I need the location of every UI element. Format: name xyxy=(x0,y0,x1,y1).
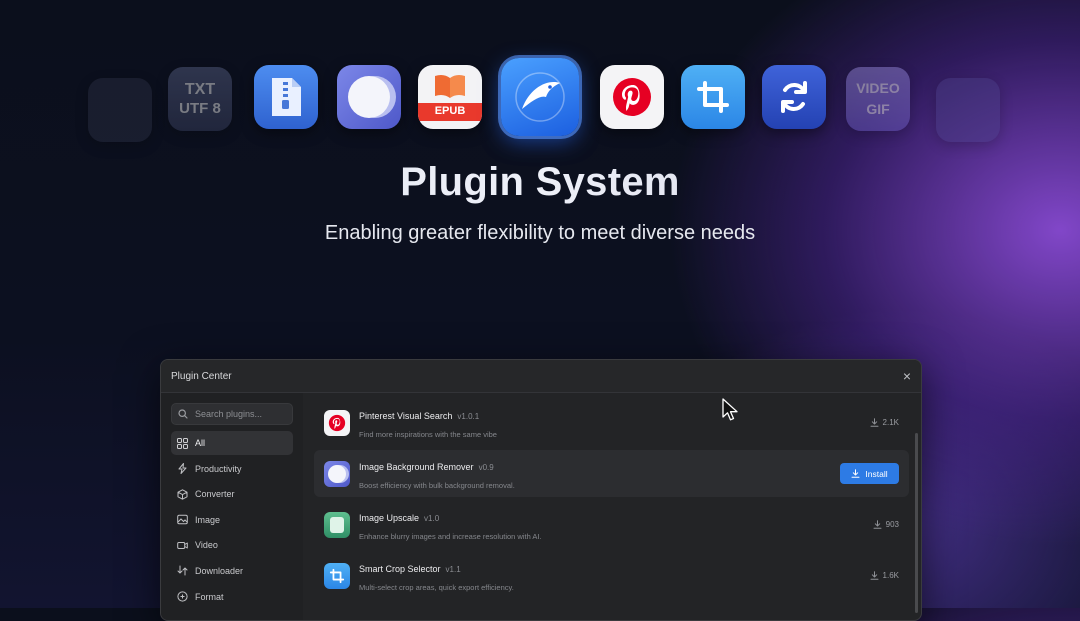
list-item-pinterest-visual-search[interactable]: Pinterest Visual Search v1.0.1 Find more … xyxy=(314,399,909,446)
lightning-icon xyxy=(178,463,187,475)
plugin-version: v0.9 xyxy=(478,463,494,472)
search-input[interactable] xyxy=(193,408,287,420)
plugin-description: Enhance blurry images and increase resol… xyxy=(359,532,542,541)
plugin-name: Image Background Remover xyxy=(359,462,474,472)
grid-icon xyxy=(177,437,188,449)
download-icon xyxy=(870,571,879,580)
plugin-description: Find more inspirations with the same vib… xyxy=(359,430,497,439)
download-count-value: 903 xyxy=(885,520,899,529)
plugin-version: v1.1 xyxy=(445,565,461,574)
download-icon xyxy=(873,520,882,529)
download-count: 2.1K xyxy=(870,418,899,427)
crop-icon xyxy=(324,562,350,589)
plugin-version: v1.0 xyxy=(424,514,440,523)
image-upscale-icon xyxy=(324,511,350,538)
blank-plugin-icon xyxy=(936,78,1000,142)
mouse-cursor-icon xyxy=(722,398,738,421)
plugin-info: Smart Crop Selector v1.1 Multi-select cro… xyxy=(359,559,870,592)
download-count: 1.6K xyxy=(870,571,899,580)
txt-utf8-icon: TXT UTF 8 xyxy=(168,67,232,131)
sidebar-item-label: All xyxy=(195,438,206,448)
format-icon xyxy=(177,591,188,602)
sidebar-item-converter[interactable]: Converter xyxy=(171,482,293,506)
sidebar-item-label: Format xyxy=(195,591,224,602)
gif-label: GIF xyxy=(866,101,890,117)
sidebar-item-label: Converter xyxy=(195,489,235,500)
plugin-info: Image Background Remover v0.9 Boost effic… xyxy=(359,457,840,490)
background-remover-icon xyxy=(324,460,350,487)
plugin-info: Pinterest Visual Search v1.0.1 Find more … xyxy=(359,406,870,439)
window-title: Plugin Center xyxy=(171,370,232,382)
download-count-value: 1.6K xyxy=(882,571,899,580)
epub-book-icon: EPUB xyxy=(418,65,482,129)
sidebar-item-label: Downloader xyxy=(195,565,244,576)
list-item-smart-crop-selector[interactable]: Smart Crop Selector v1.1 Multi-select cro… xyxy=(314,552,909,599)
plugin-info: Image Upscale v1.0 Enhance blurry images … xyxy=(359,508,873,541)
search-box[interactable] xyxy=(171,403,293,425)
txt-label: TXT xyxy=(184,80,216,98)
crop-icon xyxy=(681,65,745,129)
download-icon xyxy=(870,418,879,427)
list-item-image-background-remover[interactable]: Image Background Remover v0.9 Boost effic… xyxy=(314,450,909,497)
plugin-name: Image Upscale xyxy=(359,513,420,523)
download-icon xyxy=(177,565,188,576)
install-button[interactable]: Install xyxy=(840,463,899,484)
sidebar-item-label: Productivity xyxy=(195,463,242,474)
plugin-description: Multi-select crop areas, quick export ef… xyxy=(359,583,514,592)
sidebar-item-productivity[interactable]: Productivity xyxy=(171,457,293,481)
sidebar-item-format[interactable]: Format xyxy=(171,585,293,609)
hero-subtitle: Enabling greater flexibility to meet div… xyxy=(324,222,756,244)
plugin-description: Boost efficiency with bulk background re… xyxy=(359,481,515,490)
plugin-center-window: Plugin Center × All Productivity xyxy=(160,359,922,621)
zip-archive-icon xyxy=(254,65,318,129)
plugin-version: v1.0.1 xyxy=(457,412,480,421)
plugin-icon-row: TXT UTF 8 EPUB VIDEO GIF xyxy=(0,55,1080,145)
blank-plugin-icon xyxy=(88,78,152,142)
epub-label: EPUB xyxy=(434,105,466,118)
scrollbar[interactable] xyxy=(915,433,918,613)
pinterest-icon xyxy=(600,65,664,129)
utf8-label: UTF 8 xyxy=(179,99,221,117)
video-icon xyxy=(177,541,188,549)
install-label: Install xyxy=(865,468,888,479)
plugin-name: Smart Crop Selector xyxy=(359,564,441,574)
eagle-app-icon xyxy=(501,58,579,136)
sidebar-item-label: Image xyxy=(195,514,221,525)
hero-title: Plugin System xyxy=(0,160,1080,205)
download-icon xyxy=(851,469,860,478)
video-gif-icon: VIDEO GIF xyxy=(846,67,910,131)
cube-icon xyxy=(177,488,188,500)
sidebar-item-video[interactable]: Video xyxy=(171,533,293,557)
pinterest-icon xyxy=(324,409,350,436)
background-remover-icon xyxy=(337,65,401,129)
download-count-value: 2.1K xyxy=(882,418,899,427)
sidebar-item-label: Video xyxy=(195,540,218,551)
sidebar-item-image[interactable]: Image xyxy=(171,508,293,532)
plugin-name: Pinterest Visual Search xyxy=(359,411,453,421)
window-titlebar: Plugin Center × xyxy=(161,360,921,393)
download-count: 903 xyxy=(873,520,899,529)
close-icon[interactable]: × xyxy=(903,369,911,383)
sidebar-item-all[interactable]: All xyxy=(171,431,293,455)
sync-icon xyxy=(762,65,826,129)
search-icon xyxy=(178,409,188,419)
list-item-image-upscale[interactable]: Image Upscale v1.0 Enhance blurry images … xyxy=(314,501,909,548)
plugin-list: Pinterest Visual Search v1.0.1 Find more … xyxy=(304,393,921,620)
video-label: VIDEO xyxy=(856,80,900,97)
image-icon xyxy=(177,514,188,525)
sidebar-item-downloader[interactable]: Downloader xyxy=(171,559,293,583)
sidebar: All Productivity Converter Image xyxy=(161,393,303,620)
